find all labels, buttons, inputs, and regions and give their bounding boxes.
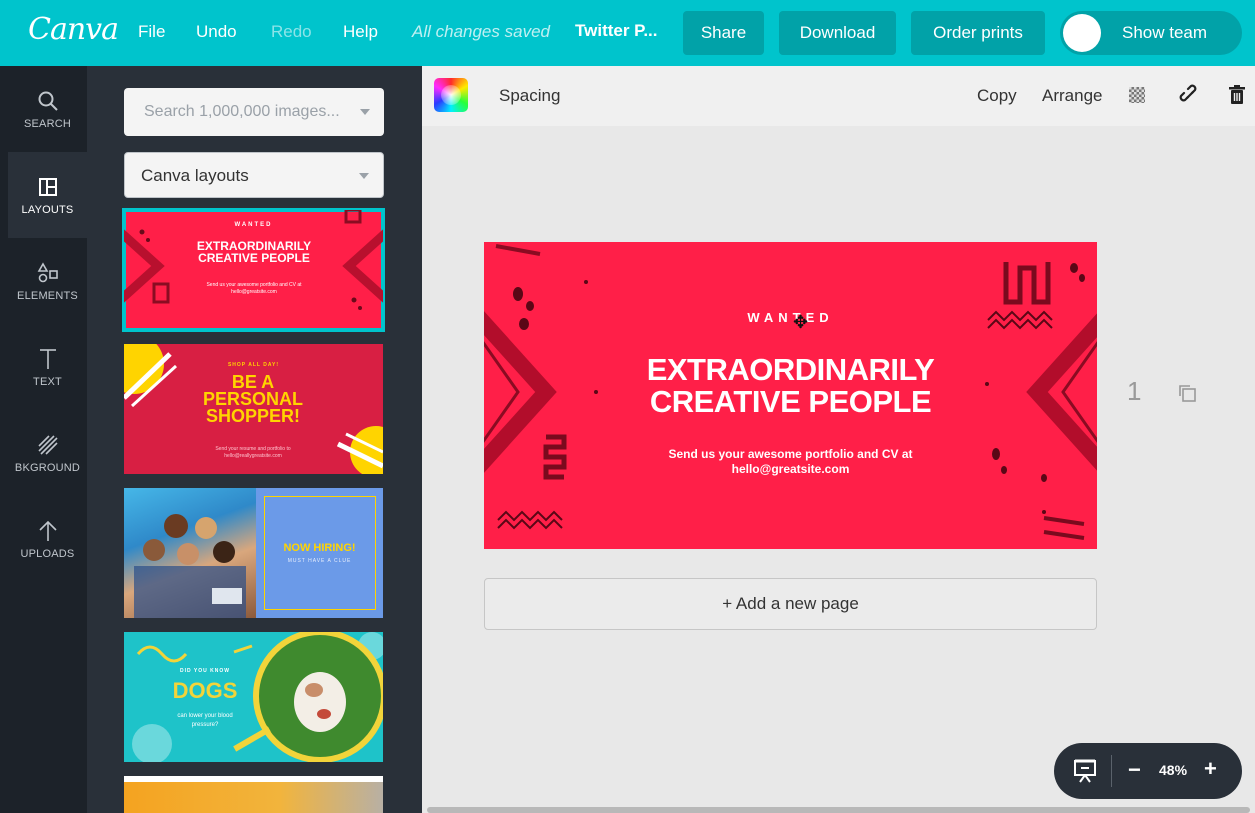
rail-label-layouts: LAYOUTS: [21, 204, 74, 216]
layout-thumbnail-hiring[interactable]: NOW HIRING! MUST HAVE A CLUE: [124, 488, 383, 618]
rail-item-background[interactable]: BKGROUND: [8, 410, 87, 496]
layout-thumbnail-partial[interactable]: [124, 776, 383, 813]
layout-thumbnail-shopper[interactable]: SHOP ALL DAY! BE A PERSONAL SHOPPER! Sen…: [124, 344, 383, 474]
duplicate-page-icon[interactable]: [1176, 382, 1198, 404]
thumb-title: BE A PERSONAL SHOPPER!: [202, 372, 303, 426]
zoom-in-button[interactable]: +: [1204, 756, 1217, 782]
thumb-kicker: DID YOU KNOW: [180, 668, 230, 674]
move-cursor-icon: ✥: [793, 312, 809, 332]
thumb-title: DOGS: [172, 678, 238, 703]
page-number: 1: [1127, 376, 1142, 406]
rail-item-text[interactable]: TEXT: [8, 324, 87, 410]
team-avatar: [1063, 14, 1101, 52]
background-icon: [35, 432, 61, 458]
top-bar: Canva File Undo Redo Help All changes sa…: [0, 0, 1255, 66]
add-page-button[interactable]: + Add a new page: [484, 578, 1097, 630]
thumb-title: NOW HIRING!: [283, 542, 356, 554]
zoom-controls: − 48% +: [1054, 743, 1242, 799]
search-icon: [35, 88, 61, 114]
zoom-out-button[interactable]: −: [1128, 757, 1141, 783]
zoom-divider: [1111, 755, 1112, 787]
chevron-down-icon: [359, 173, 369, 179]
horizontal-scrollbar[interactable]: [427, 807, 1250, 813]
thumb-body: Send us your awesome portfolio and CV at…: [206, 282, 302, 295]
menu-help[interactable]: Help: [343, 22, 378, 42]
canvas-subtitle-line1: Send us your awesome portfolio and CV at: [668, 447, 913, 461]
elements-icon: [35, 260, 61, 286]
image-search-input[interactable]: Search 1,000,000 images...: [124, 88, 384, 136]
menu-redo[interactable]: Redo: [271, 22, 312, 42]
rail-label-search: SEARCH: [23, 118, 72, 130]
design-canvas[interactable]: WANTED EXTRAORDINARILY CREATIVE PEOPLE S…: [484, 242, 1097, 549]
canva-logo[interactable]: Canva: [28, 12, 119, 47]
thumb-body: MUST HAVE A CLUE: [287, 558, 352, 564]
rail-item-elements[interactable]: ELEMENTS: [8, 238, 87, 324]
menu-undo[interactable]: Undo: [196, 22, 237, 42]
editor-toolbar: Spacing Copy Arrange: [422, 66, 1255, 126]
rail-label-text: TEXT: [33, 376, 62, 388]
thumb-kicker: SHOP ALL DAY!: [227, 362, 280, 368]
canvas-kicker[interactable]: WANTED: [484, 310, 1097, 325]
wanted-thumbnail-art: [124, 210, 383, 310]
editor-area: Spacing Copy Arrange WANTED EXTRAORDINAR…: [422, 66, 1255, 813]
search-placeholder: Search 1,000,000 images...: [144, 103, 340, 120]
spacing-button[interactable]: Spacing: [499, 86, 560, 106]
layout-select-value: Canva layouts: [141, 166, 249, 185]
show-team-button[interactable]: Show team: [1060, 11, 1242, 55]
present-icon[interactable]: [1072, 758, 1098, 784]
download-button[interactable]: Download: [779, 11, 896, 55]
rail-label-uploads: UPLOADS: [20, 548, 75, 560]
show-team-label: Show team: [1122, 23, 1208, 42]
canvas-headline[interactable]: EXTRAORDINARILY CREATIVE PEOPLE: [484, 354, 1097, 418]
chevron-down-icon: [360, 109, 370, 115]
rail-item-uploads[interactable]: UPLOADS: [8, 496, 87, 582]
arrange-button[interactable]: Arrange: [1042, 86, 1102, 106]
thumb-body: can lower your blood pressure?: [177, 713, 233, 728]
thumb-title: EXTRAORDINARILY CREATIVE PEOPLE: [196, 239, 312, 265]
rail-item-search[interactable]: SEARCH: [8, 66, 87, 152]
canvas-headline-line1: EXTRAORDINARILY: [646, 352, 935, 387]
canvas-headline-line2: CREATIVE PEOPLE: [649, 384, 932, 419]
share-button[interactable]: Share: [683, 11, 764, 55]
team-photo-people: [134, 514, 246, 618]
text-icon: [35, 346, 61, 372]
transparency-icon[interactable]: [1124, 82, 1150, 108]
order-prints-button[interactable]: Order prints: [911, 11, 1045, 55]
layouts-panel: Search 1,000,000 images... Canva layouts…: [87, 66, 422, 813]
link-icon[interactable]: [1177, 82, 1203, 108]
menu-file[interactable]: File: [138, 22, 165, 42]
layout-thumbnail-dogs[interactable]: DID YOU KNOW DOGS can lower your blood p…: [124, 632, 383, 762]
layouts-icon: [35, 174, 61, 200]
upload-icon: [35, 518, 61, 544]
save-status: All changes saved: [412, 22, 550, 41]
document-title[interactable]: Twitter P...: [575, 21, 658, 41]
thumb-kicker: WANTED: [234, 222, 273, 228]
canvas-subtitle[interactable]: Send us your awesome portfolio and CV at…: [484, 447, 1097, 477]
copy-button[interactable]: Copy: [977, 86, 1017, 106]
thumb-body: Send your resume and portfolio to hello@…: [215, 446, 291, 459]
layout-source-select[interactable]: Canva layouts: [124, 152, 384, 198]
color-picker-swatch[interactable]: [434, 78, 468, 112]
trash-icon[interactable]: [1224, 82, 1250, 108]
canvas-subtitle-line2: hello@greatsite.com: [731, 462, 850, 476]
rail-label-elements: ELEMENTS: [17, 290, 78, 302]
left-rail: SEARCH LAYOUTS ELEMENTS TEXT BKGROUND UP…: [0, 66, 87, 813]
thumb-border: [124, 776, 383, 782]
rail-item-layouts[interactable]: LAYOUTS: [8, 152, 87, 238]
zoom-level[interactable]: 48%: [1159, 762, 1187, 778]
layout-thumbnail-wanted[interactable]: WANTED EXTRAORDINARILY CREATIVE PEOPLE S…: [122, 208, 385, 332]
rail-label-background: BKGROUND: [14, 462, 81, 474]
